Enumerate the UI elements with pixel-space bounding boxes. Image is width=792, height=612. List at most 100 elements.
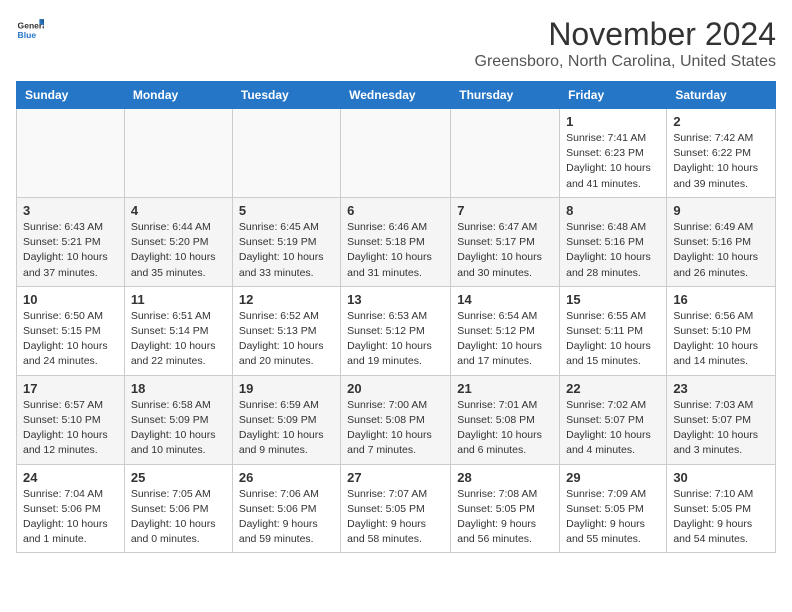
calendar-cell: 19 Sunrise: 6:59 AMSunset: 5:09 PMDayligh… (232, 375, 340, 464)
calendar-cell: 27 Sunrise: 7:07 AMSunset: 5:05 PMDayligh… (341, 464, 451, 553)
weekday-header-tuesday: Tuesday (232, 82, 340, 109)
calendar-cell: 16 Sunrise: 6:56 AMSunset: 5:10 PMDayligh… (667, 286, 776, 375)
day-info: Sunrise: 7:00 AMSunset: 5:08 PMDaylight:… (347, 398, 444, 459)
calendar-cell: 13 Sunrise: 6:53 AMSunset: 5:12 PMDayligh… (341, 286, 451, 375)
day-number: 8 (566, 203, 660, 218)
day-number: 13 (347, 292, 444, 307)
day-info: Sunrise: 6:54 AMSunset: 5:12 PMDaylight:… (457, 309, 553, 370)
day-number: 10 (23, 292, 118, 307)
day-info: Sunrise: 6:55 AMSunset: 5:11 PMDaylight:… (566, 309, 660, 370)
day-info: Sunrise: 7:04 AMSunset: 5:06 PMDaylight:… (23, 487, 118, 548)
page-header: General Blue November 2024 Greensboro, N… (16, 16, 776, 71)
day-info: Sunrise: 7:09 AMSunset: 5:05 PMDaylight:… (566, 487, 660, 548)
weekday-header-saturday: Saturday (667, 82, 776, 109)
day-number: 15 (566, 292, 660, 307)
day-info: Sunrise: 7:06 AMSunset: 5:06 PMDaylight:… (239, 487, 334, 548)
day-number: 22 (566, 381, 660, 396)
weekday-header-wednesday: Wednesday (341, 82, 451, 109)
weekday-header-friday: Friday (560, 82, 667, 109)
calendar-cell: 11 Sunrise: 6:51 AMSunset: 5:14 PMDayligh… (124, 286, 232, 375)
day-info: Sunrise: 6:59 AMSunset: 5:09 PMDaylight:… (239, 398, 334, 459)
day-info: Sunrise: 7:05 AMSunset: 5:06 PMDaylight:… (131, 487, 226, 548)
calendar-cell: 25 Sunrise: 7:05 AMSunset: 5:06 PMDayligh… (124, 464, 232, 553)
calendar-cell: 22 Sunrise: 7:02 AMSunset: 5:07 PMDayligh… (560, 375, 667, 464)
day-info: Sunrise: 6:49 AMSunset: 5:16 PMDaylight:… (673, 220, 769, 281)
logo-icon: General Blue (16, 16, 44, 44)
day-number: 21 (457, 381, 553, 396)
day-number: 24 (23, 470, 118, 485)
day-info: Sunrise: 6:51 AMSunset: 5:14 PMDaylight:… (131, 309, 226, 370)
calendar-cell (451, 109, 560, 198)
calendar-cell: 1 Sunrise: 7:41 AMSunset: 6:23 PMDaylight… (560, 109, 667, 198)
calendar-cell: 30 Sunrise: 7:10 AMSunset: 5:05 PMDayligh… (667, 464, 776, 553)
day-number: 30 (673, 470, 769, 485)
calendar-cell: 24 Sunrise: 7:04 AMSunset: 5:06 PMDayligh… (17, 464, 125, 553)
month-title: November 2024 (475, 16, 776, 53)
svg-text:Blue: Blue (18, 30, 37, 40)
calendar-week-2: 3 Sunrise: 6:43 AMSunset: 5:21 PMDaylight… (17, 197, 776, 286)
calendar-cell: 20 Sunrise: 7:00 AMSunset: 5:08 PMDayligh… (341, 375, 451, 464)
day-number: 7 (457, 203, 553, 218)
day-info: Sunrise: 6:48 AMSunset: 5:16 PMDaylight:… (566, 220, 660, 281)
day-info: Sunrise: 7:42 AMSunset: 6:22 PMDaylight:… (673, 131, 769, 192)
calendar-cell: 3 Sunrise: 6:43 AMSunset: 5:21 PMDaylight… (17, 197, 125, 286)
calendar-cell (124, 109, 232, 198)
calendar-week-1: 1 Sunrise: 7:41 AMSunset: 6:23 PMDaylight… (17, 109, 776, 198)
day-number: 1 (566, 114, 660, 129)
calendar-cell: 14 Sunrise: 6:54 AMSunset: 5:12 PMDayligh… (451, 286, 560, 375)
day-number: 4 (131, 203, 226, 218)
day-info: Sunrise: 6:45 AMSunset: 5:19 PMDaylight:… (239, 220, 334, 281)
day-number: 20 (347, 381, 444, 396)
weekday-header-thursday: Thursday (451, 82, 560, 109)
weekday-header-monday: Monday (124, 82, 232, 109)
day-number: 27 (347, 470, 444, 485)
day-number: 11 (131, 292, 226, 307)
calendar-cell: 4 Sunrise: 6:44 AMSunset: 5:20 PMDaylight… (124, 197, 232, 286)
calendar-table: SundayMondayTuesdayWednesdayThursdayFrid… (16, 81, 776, 553)
calendar-cell: 21 Sunrise: 7:01 AMSunset: 5:08 PMDayligh… (451, 375, 560, 464)
calendar-cell: 26Sunrise: 7:06 AMSunset: 5:06 PMDayligh… (232, 464, 340, 553)
day-info: Sunrise: 7:10 AMSunset: 5:05 PMDaylight:… (673, 487, 769, 548)
day-number: 3 (23, 203, 118, 218)
day-number: 2 (673, 114, 769, 129)
calendar-cell: 9Sunrise: 6:49 AMSunset: 5:16 PMDaylight… (667, 197, 776, 286)
day-number: 29 (566, 470, 660, 485)
day-number: 17 (23, 381, 118, 396)
day-info: Sunrise: 6:47 AMSunset: 5:17 PMDaylight:… (457, 220, 553, 281)
day-info: Sunrise: 6:53 AMSunset: 5:12 PMDaylight:… (347, 309, 444, 370)
calendar-cell (341, 109, 451, 198)
calendar-cell: 18Sunrise: 6:58 AMSunset: 5:09 PMDayligh… (124, 375, 232, 464)
day-number: 5 (239, 203, 334, 218)
day-info: Sunrise: 7:02 AMSunset: 5:07 PMDaylight:… (566, 398, 660, 459)
calendar-cell: 29 Sunrise: 7:09 AMSunset: 5:05 PMDayligh… (560, 464, 667, 553)
day-number: 6 (347, 203, 444, 218)
logo: General Blue (16, 16, 44, 44)
day-number: 12 (239, 292, 334, 307)
day-info: Sunrise: 6:52 AMSunset: 5:13 PMDaylight:… (239, 309, 334, 370)
calendar-cell: 12 Sunrise: 6:52 AMSunset: 5:13 PMDayligh… (232, 286, 340, 375)
day-number: 25 (131, 470, 226, 485)
location-title: Greensboro, North Carolina, United State… (475, 53, 776, 71)
day-info: Sunrise: 7:41 AMSunset: 6:23 PMDaylight:… (566, 131, 660, 192)
day-info: Sunrise: 6:43 AMSunset: 5:21 PMDaylight:… (23, 220, 118, 281)
day-info: Sunrise: 7:07 AMSunset: 5:05 PMDaylight:… (347, 487, 444, 548)
day-info: Sunrise: 6:56 AMSunset: 5:10 PMDaylight:… (673, 309, 769, 370)
day-number: 18 (131, 381, 226, 396)
calendar-week-5: 24 Sunrise: 7:04 AMSunset: 5:06 PMDayligh… (17, 464, 776, 553)
day-info: Sunrise: 6:44 AMSunset: 5:20 PMDaylight:… (131, 220, 226, 281)
calendar-week-4: 17 Sunrise: 6:57 AMSunset: 5:10 PMDayligh… (17, 375, 776, 464)
calendar-cell: 7 Sunrise: 6:47 AMSunset: 5:17 PMDaylight… (451, 197, 560, 286)
day-info: Sunrise: 6:46 AMSunset: 5:18 PMDaylight:… (347, 220, 444, 281)
day-info: Sunrise: 6:50 AMSunset: 5:15 PMDaylight:… (23, 309, 118, 370)
day-number: 28 (457, 470, 553, 485)
calendar-cell (232, 109, 340, 198)
day-number: 14 (457, 292, 553, 307)
day-number: 16 (673, 292, 769, 307)
day-number: 19 (239, 381, 334, 396)
day-info: Sunrise: 6:57 AMSunset: 5:10 PMDaylight:… (23, 398, 118, 459)
calendar-week-3: 10 Sunrise: 6:50 AMSunset: 5:15 PMDayligh… (17, 286, 776, 375)
calendar-cell: 10 Sunrise: 6:50 AMSunset: 5:15 PMDayligh… (17, 286, 125, 375)
day-info: Sunrise: 7:01 AMSunset: 5:08 PMDaylight:… (457, 398, 553, 459)
weekday-header-row: SundayMondayTuesdayWednesdayThursdayFrid… (17, 82, 776, 109)
day-info: Sunrise: 7:03 AMSunset: 5:07 PMDaylight:… (673, 398, 769, 459)
